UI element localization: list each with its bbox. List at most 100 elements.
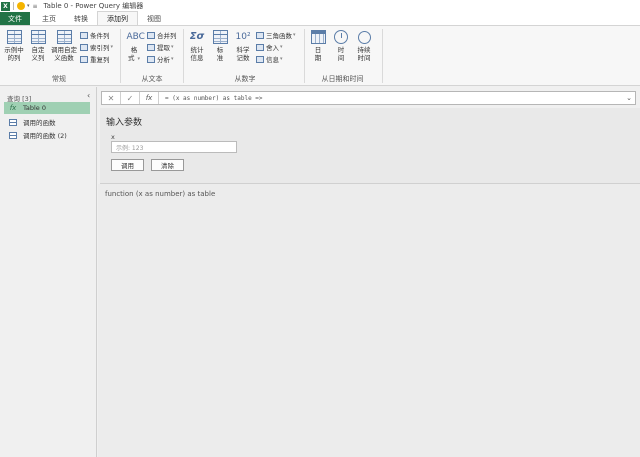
fx-icon[interactable]: fx (140, 92, 159, 104)
statistics-label: 统计 信息 (190, 46, 204, 62)
ribbon: 示例中 的列 自定 义列 调用自定 义函数 条件列 索引列 ▾ 重复列 常规 ABC (0, 26, 640, 86)
trigonometry-button[interactable]: 三角函数 ▾ (256, 30, 296, 40)
group-from-number: Σσ 统计 信息 标准 10² 科学 记数 三角函数 ▾ 舍入 ▾ 信息 ▾ 从数字 (185, 26, 305, 86)
table-icon (6, 30, 22, 44)
column-from-examples-label: 示例中 的列 (4, 46, 24, 62)
extract-button[interactable]: 提取 ▾ (147, 42, 174, 52)
text-format-icon: ABC (126, 32, 145, 42)
group-from-datetime: 日期 时间 持续 时间 从日期和时间 (305, 26, 380, 86)
date-button[interactable]: 日期 (306, 30, 330, 62)
quick-access-customize-icon[interactable]: ≡ (33, 3, 38, 10)
enter-parameters-panel: 输入参数 x 示例: 123 调用 清除 (100, 108, 640, 184)
time-button[interactable]: 时间 (329, 30, 353, 62)
chevron-down-icon: ▾ (280, 44, 283, 50)
extract-label: 提取 (157, 44, 170, 52)
title-bar: X ▾ ≡ Table 0 - Power Query 编辑器 (0, 0, 640, 12)
formula-input[interactable]: = (x as number) as table => (159, 95, 623, 102)
triangle-icon (256, 31, 264, 39)
tab-view[interactable]: 视图 (138, 12, 170, 25)
table-icon (9, 118, 17, 126)
main-content-area (98, 184, 640, 457)
group-from-text: ABC 格式 ▾ 合并列 提取 ▾ 分析 ▾ 从文本 (122, 26, 182, 86)
merge-columns-button[interactable]: 合并列 (147, 30, 177, 40)
parse-button[interactable]: 分析 ▾ (147, 54, 174, 64)
parse-label: 分析 (157, 56, 170, 64)
parse-icon (147, 55, 155, 63)
scientific-label: 科学 记数 (236, 46, 250, 62)
chevron-down-icon: ▾ (280, 56, 283, 62)
group-from-number-label: 从数字 (234, 75, 256, 83)
query-item-label: 调用的函数 (2) (23, 132, 67, 140)
panel-title: 输入参数 (106, 118, 143, 128)
conditional-column-button[interactable]: 条件列 (80, 30, 110, 40)
rounding-icon (256, 43, 264, 51)
smiley-feedback-icon[interactable] (17, 2, 25, 10)
information-button[interactable]: 信息 ▾ (256, 54, 283, 64)
group-from-datetime-label: 从日期和时间 (321, 75, 364, 83)
information-icon (256, 55, 264, 63)
invoke-custom-function-label: 调用自定 义函数 (51, 46, 77, 62)
tab-file[interactable]: 文件 (0, 12, 30, 25)
chevron-down-icon: ▾ (171, 44, 174, 50)
invoke-custom-function-button[interactable]: 调用自定 义函数 (50, 30, 78, 62)
tab-transform[interactable]: 转换 (65, 12, 97, 25)
function-signature: function (x as number) as table (105, 190, 216, 198)
duration-label: 持续 时间 (357, 46, 371, 62)
chevron-down-icon: ▾ (171, 56, 174, 62)
index-column-label: 索引列 (90, 44, 110, 52)
collapse-chevron-left-icon[interactable]: ‹ (87, 91, 90, 100)
standard-button[interactable]: 标准 (208, 30, 232, 62)
excel-logo-icon: X (1, 1, 10, 11)
rounding-button[interactable]: 舍入 ▾ (256, 42, 283, 52)
table-icon (9, 131, 17, 139)
rounding-label: 舍入 (266, 44, 279, 52)
scientific-button[interactable]: 10² 科学 记数 (231, 30, 255, 62)
calendar-icon (310, 30, 326, 44)
extract-icon (147, 43, 155, 51)
date-label: 日期 (314, 46, 322, 62)
query-item-label: Table 0 (23, 104, 47, 112)
param-x-input[interactable]: 示例: 123 (111, 141, 237, 153)
tab-home[interactable]: 主页 (33, 12, 65, 25)
query-item-invoked-function-2[interactable]: 调用的函数 (2) (4, 129, 90, 141)
chevron-down-icon: ▾ (110, 44, 114, 50)
divider (183, 29, 184, 83)
statistics-button[interactable]: Σσ 统计 信息 (185, 30, 209, 62)
divider (120, 29, 121, 83)
duplicate-column-icon (80, 55, 88, 63)
time-label: 时间 (337, 46, 345, 62)
conditional-column-label: 条件列 (90, 32, 110, 40)
formula-bar: ✕ ✓ fx = (x as number) as table => ⌄ (101, 91, 636, 105)
group-from-text-label: 从文本 (141, 75, 163, 83)
power-of-ten-icon: 10² (235, 32, 251, 42)
tab-add-column[interactable]: 添加列 (97, 11, 138, 25)
group-general-label: 常规 (52, 75, 66, 83)
conditional-column-icon (80, 31, 88, 39)
divider (382, 29, 383, 83)
queries-pane: 查询 [3] ‹ fx Table 0 调用的函数 调用的函数 (2) (0, 87, 97, 457)
ribbon-tabs: 文件 主页 转换 添加列 视图 (0, 11, 640, 26)
clock-icon (334, 30, 348, 44)
information-label: 信息 (266, 56, 279, 64)
param-x-label: x (111, 133, 115, 141)
merge-columns-icon (147, 31, 155, 39)
trigonometry-label: 三角函数 (266, 32, 292, 40)
standard-label: 标准 (216, 46, 224, 62)
cancel-x-icon[interactable]: ✕ (102, 92, 121, 104)
format-button[interactable]: ABC 格式 ▾ (122, 30, 146, 63)
query-item-table0[interactable]: fx Table 0 (4, 102, 90, 114)
index-column-button[interactable]: 索引列 ▾ (80, 42, 113, 52)
standard-calculator-icon (212, 30, 228, 44)
duration-button[interactable]: 持续 时间 (352, 30, 376, 62)
merge-columns-label: 合并列 (157, 32, 177, 40)
confirm-check-icon[interactable]: ✓ (121, 92, 140, 104)
custom-column-button[interactable]: 自定 义列 (26, 30, 50, 62)
query-item-invoked-function[interactable]: 调用的函数 (4, 116, 90, 128)
query-item-label: 调用的函数 (23, 119, 56, 127)
duplicate-column-button[interactable]: 重复列 (80, 54, 110, 64)
chevron-down-icon[interactable]: ▾ (27, 3, 30, 9)
clear-button[interactable]: 清除 (151, 159, 184, 171)
chevron-down-icon[interactable]: ⌄ (623, 94, 635, 102)
column-from-examples-button[interactable]: 示例中 的列 (2, 30, 26, 62)
invoke-button[interactable]: 调用 (111, 159, 144, 171)
